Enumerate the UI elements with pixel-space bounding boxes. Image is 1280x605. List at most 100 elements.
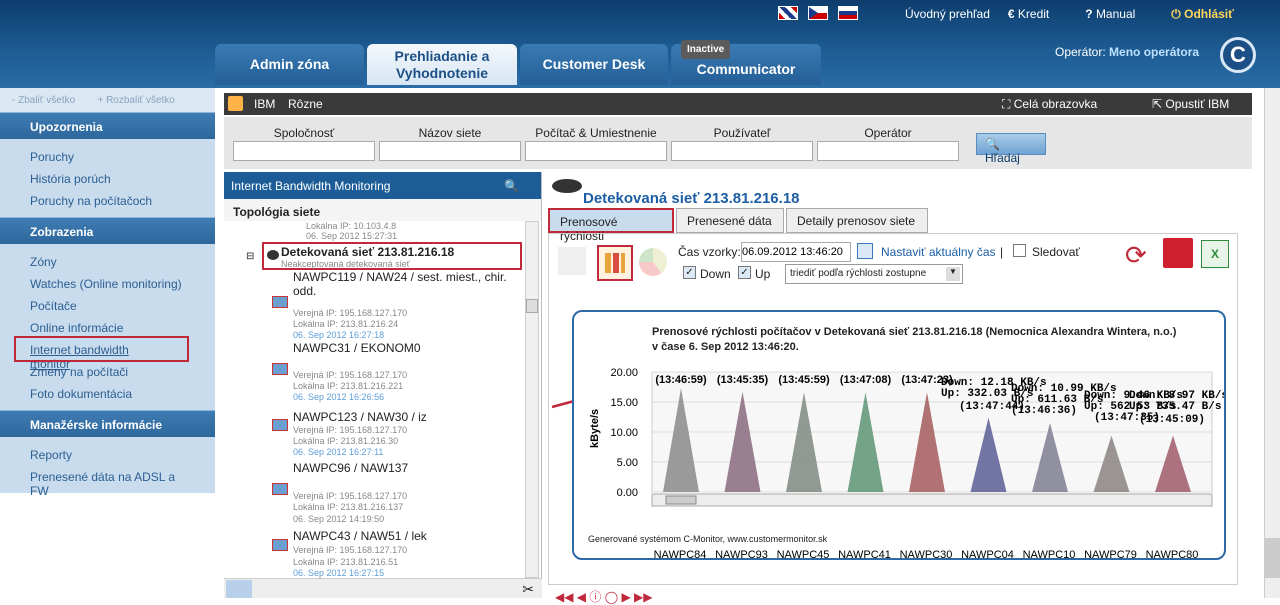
pager-icons[interactable]: ◀◀ ◀ ⓘ ◯ ▶ ▶▶ (555, 588, 652, 605)
company-label: Spoločnosť (273, 126, 335, 140)
x-tick-label: NAWPC93 (715, 549, 768, 561)
search-icon[interactable]: 🔍 (504, 179, 519, 193)
operator-label: Operátor (864, 126, 912, 140)
operator-info: Operátor: Meno operátora (1055, 45, 1200, 59)
tab-transferred-data[interactable]: Prenesené dáta (676, 208, 784, 233)
exit-ibm-button[interactable]: ⇱ Opustiť IBM (1152, 97, 1229, 111)
follow-checkbox[interactable] (1013, 244, 1026, 257)
data-label: (13:46:36) (1011, 405, 1077, 417)
sidebar-item-computer-faults[interactable]: Poruchy na počítačoch (0, 189, 215, 211)
logo-icon: C (1220, 37, 1256, 73)
manual-link[interactable]: ? Manual (1085, 7, 1153, 22)
tree-panel: Internet Bandwidth Monitoring 🔍 Topológia… (224, 172, 542, 598)
collapse-node-icon[interactable]: ⊟ (246, 251, 254, 262)
up-checkbox[interactable]: ✓ (738, 266, 751, 279)
chart-scrollbar (651, 493, 1213, 507)
tab-transfer-speeds[interactable]: Prenosové rýchlosti (548, 208, 674, 243)
tree-view-icon[interactable] (226, 580, 252, 598)
fullscreen-button[interactable]: ⛶ Celá obrazovka (1002, 97, 1097, 112)
sidebar-item-faults[interactable]: Poruchy (0, 145, 215, 167)
tab-communicator[interactable]: Communicator Inactive (671, 40, 821, 85)
user-input[interactable] (671, 141, 813, 161)
x-tick-label: NAWPC41 (838, 549, 891, 561)
down-checkbox[interactable]: ✓ (683, 266, 696, 279)
selected-network-node[interactable]: Detekovaná sieť 213.81.216.18 Neakceptov… (262, 242, 522, 270)
calendar-icon[interactable] (857, 243, 873, 259)
tree-scrollbar[interactable] (525, 221, 539, 578)
y-tick-label: 20.00 (610, 367, 638, 379)
save-icon[interactable] (1163, 238, 1193, 268)
tree-node-pc[interactable]: NAWPC43 / NAW51 / lek (293, 529, 427, 543)
time-label: Čas vzorky: (678, 245, 741, 259)
section-views[interactable]: Zobrazenia (0, 217, 215, 244)
sidebar-item-watches[interactable]: Watches (Online monitoring) (0, 272, 215, 294)
czech-flag-icon[interactable] (808, 6, 828, 20)
computer-input[interactable] (525, 141, 667, 161)
tree-toolbar: ✂ (224, 578, 542, 598)
x-tick-label: NAWPC30 (900, 549, 953, 561)
tree-node-pc[interactable]: NAWPC31 / EKONOM0 (293, 341, 421, 355)
tab-customer-desk[interactable]: Customer Desk (520, 44, 668, 85)
network-name-input[interactable] (379, 141, 521, 161)
expand-all-link[interactable]: + Rozbaliť všetko (97, 95, 174, 106)
router-icon (552, 179, 582, 193)
sidebar-item-zones[interactable]: Zóny (0, 250, 215, 272)
y-tick-label: 0.00 (617, 487, 638, 499)
router-icon (267, 250, 279, 260)
sidebar: - Zbaliť všetko + Rozbaliť všetko Upozor… (0, 88, 215, 598)
tree-node-pc[interactable]: NAWPC96 / NAW137 (293, 461, 408, 475)
time-input[interactable] (741, 242, 851, 262)
sidebar-item-reports[interactable]: Reporty (0, 443, 215, 465)
company-input[interactable] (233, 141, 375, 161)
refresh-icon[interactable]: ⟳ (1125, 240, 1147, 271)
x-tick-label: NAWPC79 (1084, 549, 1137, 561)
follow-label: Sledovať (1032, 245, 1080, 259)
x-tick-label: NAWPC10 (1023, 549, 1076, 561)
down-label: Down (700, 267, 731, 281)
set-current-time-link[interactable]: Nastaviť aktuálny čas (881, 245, 996, 259)
data-label: (13:45:59) (778, 374, 830, 386)
tab-browse-evaluate[interactable]: Prehliadanie a Vyhodnotenie (367, 44, 517, 85)
sidebar-item-photo-docs[interactable]: Foto dokumentácia (0, 382, 215, 404)
tab-admin-zone[interactable]: Admin zóna (215, 44, 364, 85)
detail-title: Detekovaná sieť 213.81.216.18 (583, 190, 800, 207)
computer-icon (272, 539, 288, 551)
tools-icon[interactable]: ✂ (522, 581, 534, 598)
user-label: Používateľ (713, 126, 771, 140)
tree-node-pc[interactable]: NAWPC123 / NAW30 / iz (293, 410, 427, 424)
breadcrumb-ibm[interactable]: IBM (254, 97, 275, 111)
sort-select[interactable]: triediť podľa rýchlosti zostupne ▼ (785, 264, 963, 284)
breadcrumb: IBM Rôzne ⛶ Celá obrazovka ⇱ Opustiť IBM (224, 93, 1252, 115)
tree-node-pc[interactable]: NAWPC119 / NAW24 / sest. miest., chir. o… (293, 270, 513, 298)
chevron-down-icon: ▼ (946, 267, 960, 281)
breadcrumb-misc[interactable]: Rôzne (288, 97, 323, 111)
data-label: Up: 735.47 B/s (1129, 401, 1221, 413)
line-chart-icon[interactable] (558, 247, 586, 275)
sidebar-item-online-info[interactable]: Online informácie (0, 316, 215, 338)
pie-chart-icon[interactable] (639, 248, 667, 276)
sidebar-item-adsl-data[interactable]: Prenesené dáta na ADSL a FW (0, 465, 215, 498)
operator-input[interactable] (817, 141, 959, 161)
tree-title: Topológia siete (224, 199, 541, 221)
bar-chart-icon[interactable] (597, 245, 633, 281)
sidebar-item-bandwidth-monitor[interactable]: Internet bandwidth monitor (14, 336, 189, 371)
sidebar-item-fault-history[interactable]: História porúch (0, 167, 215, 189)
data-label: (13:47:08) (840, 374, 892, 386)
logout-link[interactable]: ⏻ Odhlásiť (1171, 7, 1252, 22)
tab-transfer-details[interactable]: Detaily prenosov siete (786, 208, 928, 233)
credit-link[interactable]: € Kredit (1008, 7, 1067, 22)
overview-link[interactable]: Úvodný prehľad (905, 7, 990, 22)
collapse-all-link[interactable]: - Zbaliť všetko (12, 95, 75, 106)
filter-bar: Spoločnosť Názov siete Počítač & Umiestn… (224, 117, 1252, 169)
sidebar-item-computers[interactable]: Počítače (0, 294, 215, 316)
section-alerts[interactable]: Upozornenia (0, 112, 215, 139)
tree-header: Internet Bandwidth Monitoring 🔍 (224, 172, 541, 199)
page-scrollbar[interactable] (1264, 88, 1280, 598)
chart-container: Prenosové rýchlosti počítačov v Detekova… (572, 310, 1226, 561)
computer-label: Počítač & Umiestnenie (535, 126, 657, 140)
slovak-flag-icon[interactable] (838, 6, 858, 20)
excel-export-icon[interactable]: X (1201, 240, 1229, 268)
english-flag-icon[interactable] (778, 6, 798, 20)
section-management[interactable]: Manažérske informácie (0, 410, 215, 437)
search-button[interactable]: 🔍 Hľadaj (976, 133, 1046, 165)
